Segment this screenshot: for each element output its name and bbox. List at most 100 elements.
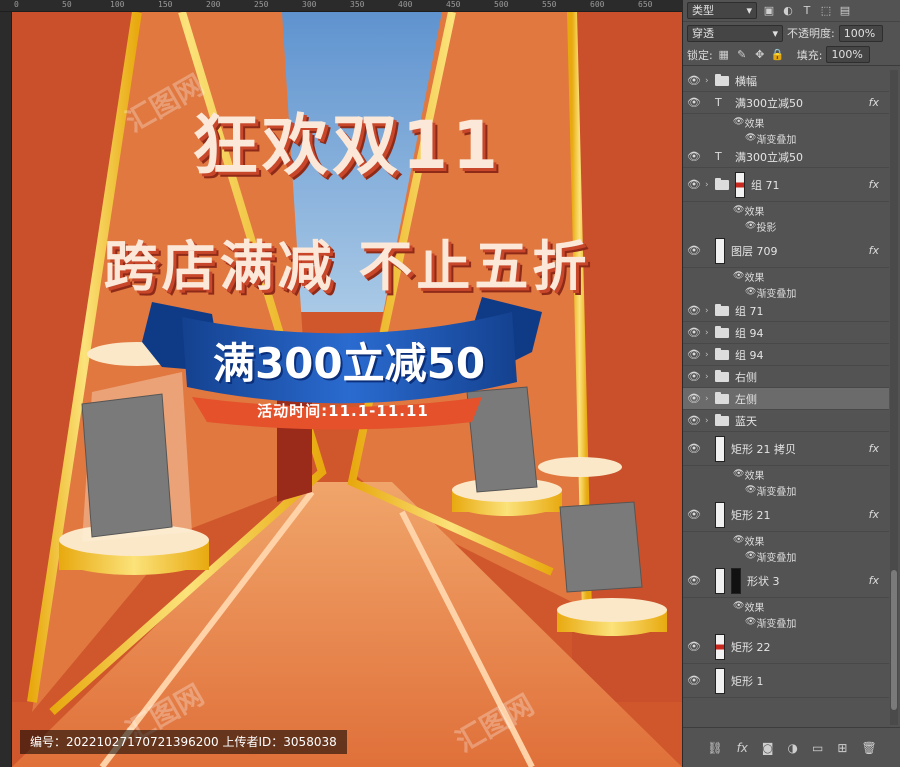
visibility-eye-icon[interactable]: 👁 — [745, 485, 756, 495]
visibility-eye-icon[interactable]: 👁 — [745, 287, 756, 297]
expand-chevron-icon[interactable]: › — [705, 306, 715, 316]
lock-pixels-icon[interactable]: ✎ — [735, 48, 749, 62]
fx-icon[interactable]: fx — [869, 574, 879, 587]
layer-effects-row[interactable]: 👁 效果 — [683, 268, 889, 284]
pixel-filter-icon[interactable]: ▣ — [762, 4, 776, 18]
fx-icon[interactable]: fx — [869, 244, 879, 257]
smart-object-filter-icon[interactable]: ▤ — [838, 4, 852, 18]
blend-mode-select[interactable]: 穿透 ▾ — [687, 24, 783, 42]
layer-row[interactable]: 👁 › 右侧 — [683, 366, 889, 388]
visibility-eye-icon[interactable]: 👁 — [733, 469, 744, 479]
layer-row[interactable]: 👁 › 组 71 — [683, 300, 889, 322]
new-layer-icon[interactable]: ⊞ — [837, 741, 847, 755]
fx-icon[interactable]: fx — [869, 178, 879, 191]
layer-row[interactable]: 👁 › 蓝天 — [683, 410, 889, 432]
layer-filter-select[interactable]: 类型 ▾ — [687, 2, 757, 19]
adjustment-icon[interactable]: ◑ — [788, 741, 798, 755]
scrollbar-thumb[interactable] — [891, 570, 897, 710]
trash-icon[interactable]: 🗑 — [861, 741, 876, 755]
visibility-eye-icon[interactable]: 👁 — [733, 601, 744, 611]
visibility-eye-icon[interactable]: 👁 — [683, 640, 705, 653]
layer-effects-row[interactable]: 👁 效果 — [683, 466, 889, 482]
visibility-eye-icon[interactable]: 👁 — [683, 348, 705, 361]
fx-icon[interactable]: fx — [869, 96, 879, 109]
layer-row[interactable]: 👁 › 组 71 fx — [683, 168, 889, 202]
layer-row[interactable]: 👁 图层 709 fx — [683, 234, 889, 268]
visibility-eye-icon[interactable]: 👁 — [733, 117, 744, 127]
expand-chevron-icon[interactable]: › — [705, 394, 715, 404]
opacity-field[interactable]: 100% — [838, 24, 883, 42]
layer-row[interactable]: 👁 › 组 94 — [683, 322, 889, 344]
fx-icon[interactable]: fx — [869, 442, 879, 455]
folder-icon[interactable]: ▭ — [812, 741, 823, 755]
lock-all-icon[interactable]: 🔒 — [771, 48, 785, 62]
blend-row: 穿透 ▾ 不透明度: 100% — [683, 22, 900, 44]
shape-filter-icon[interactable]: ⬚ — [819, 4, 833, 18]
layer-effect-item[interactable]: 👁 渐变叠加 — [683, 614, 889, 630]
visibility-eye-icon[interactable]: 👁 — [683, 178, 705, 191]
lock-transparent-icon[interactable]: ▦ — [717, 48, 731, 62]
visibility-eye-icon[interactable]: 👁 — [683, 370, 705, 383]
visibility-eye-icon[interactable]: 👁 — [683, 304, 705, 317]
visibility-eye-icon[interactable]: 👁 — [733, 271, 744, 281]
visibility-eye-icon[interactable]: 👁 — [745, 617, 756, 627]
layer-mask-thumbnail — [731, 567, 741, 594]
fx-icon[interactable]: fx — [737, 741, 748, 755]
visibility-eye-icon[interactable]: 👁 — [683, 574, 705, 587]
visibility-eye-icon[interactable]: 👁 — [745, 133, 756, 143]
visibility-eye-icon[interactable]: 👁 — [683, 414, 705, 427]
layer-row[interactable]: 👁 矩形 21 fx — [683, 498, 889, 532]
expand-chevron-icon[interactable]: › — [705, 328, 715, 338]
visibility-eye-icon[interactable]: 👁 — [683, 442, 705, 455]
folder-icon — [715, 303, 729, 316]
visibility-eye-icon[interactable]: 👁 — [683, 674, 705, 687]
mask-icon[interactable]: ◙ — [762, 741, 774, 755]
layer-row[interactable]: 👁 矩形 21 拷贝 fx — [683, 432, 889, 466]
expand-chevron-icon[interactable]: › — [705, 416, 715, 426]
visibility-eye-icon[interactable]: 👁 — [733, 535, 744, 545]
visibility-eye-icon[interactable]: 👁 — [683, 74, 705, 87]
expand-chevron-icon[interactable]: › — [705, 372, 715, 382]
visibility-eye-icon[interactable]: 👁 — [745, 221, 756, 231]
layer-effects-row[interactable]: 👁 效果 — [683, 114, 889, 130]
layer-effect-item[interactable]: 👁 渐变叠加 — [683, 284, 889, 300]
expand-chevron-icon[interactable]: › — [705, 180, 715, 190]
layer-row[interactable]: 👁 T 满300立减50 — [683, 146, 889, 168]
fill-field[interactable]: 100% — [826, 46, 871, 63]
layer-row[interactable]: 👁 › 组 94 — [683, 344, 889, 366]
layer-effect-item[interactable]: 👁 渐变叠加 — [683, 130, 889, 146]
headline-sub: 跨店满减 不止五折 — [103, 235, 591, 298]
expand-chevron-icon[interactable]: › — [705, 76, 715, 86]
layer-effect-item[interactable]: 👁 渐变叠加 — [683, 482, 889, 498]
visibility-eye-icon[interactable]: 👁 — [683, 96, 705, 109]
layer-effect-item[interactable]: 👁 投影 — [683, 218, 889, 234]
visibility-eye-icon[interactable]: 👁 — [745, 551, 756, 561]
layer-row[interactable]: 👁 › 左侧 — [683, 388, 889, 410]
expand-chevron-icon[interactable]: › — [705, 350, 715, 360]
layer-row[interactable]: 👁 T 满300立减50 fx — [683, 92, 889, 114]
layer-row[interactable]: 👁 矩形 22 — [683, 630, 889, 664]
image-id-footer: 编号：20221027170721396200 上传者ID：3058038 — [20, 730, 347, 754]
layer-effects-row[interactable]: 👁 效果 — [683, 202, 889, 218]
type-filter-icon[interactable]: T — [800, 4, 814, 18]
layer-row[interactable]: 👁 形状 3 fx — [683, 564, 889, 598]
fx-icon[interactable]: fx — [869, 508, 879, 521]
layer-effect-item[interactable]: 👁 渐变叠加 — [683, 548, 889, 564]
layer-row[interactable]: 👁 矩形 1 — [683, 664, 889, 698]
layer-thumbnail — [735, 171, 745, 198]
document-canvas[interactable]: 狂欢双11 跨店满减 不止五折 满300立减50 活动时间:11.1-11.11… — [12, 12, 682, 767]
visibility-eye-icon[interactable]: 👁 — [733, 205, 744, 215]
layer-effects-row[interactable]: 👁 效果 — [683, 532, 889, 548]
layer-row[interactable]: 👁 › 横幅 — [683, 70, 889, 92]
layer-thumbnail — [715, 237, 725, 264]
layers-scrollbar[interactable] — [890, 70, 898, 725]
visibility-eye-icon[interactable]: 👁 — [683, 508, 705, 521]
visibility-eye-icon[interactable]: 👁 — [683, 326, 705, 339]
adjustment-filter-icon[interactable]: ◐ — [781, 4, 795, 18]
visibility-eye-icon[interactable]: 👁 — [683, 392, 705, 405]
link-icon[interactable]: ⛓ — [707, 741, 722, 755]
visibility-eye-icon[interactable]: 👁 — [683, 244, 705, 257]
visibility-eye-icon[interactable]: 👁 — [683, 150, 705, 163]
lock-position-icon[interactable]: ✥ — [753, 48, 767, 62]
layer-effects-row[interactable]: 👁 效果 — [683, 598, 889, 614]
